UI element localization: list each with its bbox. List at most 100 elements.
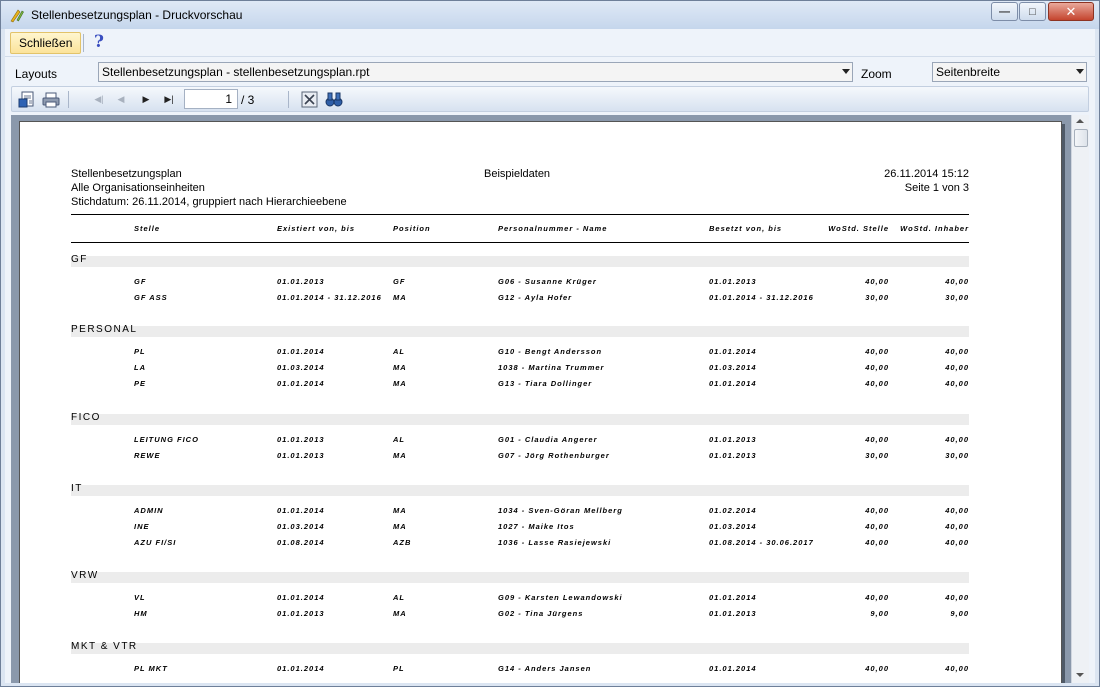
cell-wostd-inhaber: 40,00 — [945, 664, 969, 673]
cell-existiert: 01.01.2013 — [277, 435, 325, 444]
cell-existiert: 01.08.2014 — [277, 538, 325, 547]
cell-existiert: 01.01.2014 - 31.12.2016 — [277, 293, 382, 302]
group-band — [71, 485, 969, 496]
cell-personal: G10 - Bengt Andersson — [498, 347, 603, 356]
group-name: GF — [71, 254, 88, 265]
cell-wostd-inhaber: 40,00 — [945, 363, 969, 372]
cell-stelle: HM — [134, 609, 148, 618]
cell-position: MA — [393, 609, 407, 618]
group-name: MKT & VTR — [71, 641, 138, 652]
cell-wostd-inhaber: 40,00 — [945, 277, 969, 286]
cell-wostd-inhaber: 40,00 — [945, 379, 969, 388]
cell-position: AL — [393, 435, 405, 444]
cell-position: MA — [393, 451, 407, 460]
group-name: VRW — [71, 570, 99, 581]
report-title: Stellenbesetzungsplan — [71, 168, 182, 180]
cell-besetzt: 01.01.2013 — [709, 435, 757, 444]
cell-wostd-inhaber: 40,00 — [945, 593, 969, 602]
cell-existiert: 01.01.2014 — [277, 379, 325, 388]
cell-personal: G13 - Tiara Dollinger — [498, 379, 593, 388]
cell-wostd-stelle: 40,00 — [865, 277, 889, 286]
cell-position: PL — [393, 664, 405, 673]
cell-wostd-stelle: 40,00 — [865, 593, 889, 602]
cell-wostd-inhaber: 40,00 — [945, 522, 969, 531]
column-header-besetzt: Besetzt von, bis — [709, 224, 783, 233]
export-icon[interactable] — [18, 91, 36, 108]
cell-stelle: INE — [134, 522, 150, 531]
cell-personal: G14 - Anders Jansen — [498, 664, 592, 673]
cell-position: MA — [393, 379, 407, 388]
navigation-toolbar: ◀| ◀ ▶ ▶| / 3 — [11, 86, 1089, 112]
layout-select-value: Stellenbesetzungsplan - stellenbesetzung… — [102, 65, 370, 79]
cell-position: GF — [393, 277, 406, 286]
next-page-icon[interactable]: ▶ — [141, 94, 151, 105]
cell-existiert: 01.01.2014 — [277, 593, 325, 602]
print-icon[interactable] — [42, 91, 60, 108]
report-page: Stellenbesetzungsplan Alle Organisations… — [19, 121, 1062, 683]
cell-wostd-stelle: 9,00 — [870, 609, 889, 618]
cell-existiert: 01.01.2014 — [277, 664, 325, 673]
cell-existiert: 01.01.2014 — [277, 347, 325, 356]
cell-position: MA — [393, 363, 407, 372]
cell-position: MA — [393, 506, 407, 515]
binoculars-icon[interactable] — [325, 91, 343, 108]
cell-stelle: VL — [134, 593, 146, 602]
page-number-input[interactable] — [184, 89, 238, 109]
scroll-up-icon[interactable] — [1076, 119, 1084, 123]
cell-personal: 1036 - Lasse Rasiejewski — [498, 538, 612, 547]
scroll-down-icon[interactable] — [1076, 673, 1084, 677]
cell-besetzt: 01.01.2013 — [709, 609, 757, 618]
close-icon: ✕ — [1065, 3, 1077, 19]
layout-select[interactable]: Stellenbesetzungsplan - stellenbesetzung… — [98, 62, 853, 82]
cell-besetzt: 01.01.2013 — [709, 451, 757, 460]
close-window-button[interactable]: ✕ — [1048, 2, 1094, 21]
cell-wostd-stelle: 40,00 — [865, 522, 889, 531]
vertical-scrollbar[interactable] — [1071, 115, 1089, 683]
page-total: / 3 — [241, 93, 255, 107]
cell-personal: 1038 - Martina Trummer — [498, 363, 605, 372]
cell-existiert: 01.01.2013 — [277, 277, 325, 286]
zoom-select[interactable]: Seitenbreite — [932, 62, 1087, 82]
toolbar-separator — [288, 91, 289, 108]
cell-besetzt: 01.02.2014 — [709, 506, 757, 515]
column-header-position: Position — [393, 224, 431, 233]
cell-existiert: 01.01.2013 — [277, 609, 325, 618]
minimize-button[interactable]: — — [991, 2, 1018, 21]
cell-wostd-inhaber: 40,00 — [945, 538, 969, 547]
cell-personal: G09 - Karsten Lewandowski — [498, 593, 623, 602]
cell-stelle: REWE — [134, 451, 161, 460]
column-header-wostd-inhaber: WoStd. Inhaber — [900, 224, 969, 233]
first-page-icon[interactable]: ◀| — [94, 94, 104, 105]
group-band — [71, 256, 969, 267]
cell-besetzt: 01.03.2014 — [709, 363, 757, 372]
column-header-existiert: Existiert von, bis — [277, 224, 356, 233]
group-band — [71, 414, 969, 425]
header-rule-top — [71, 214, 969, 215]
title-bar: Stellenbesetzungsplan - Druckvorschau — … — [1, 1, 1099, 29]
help-icon[interactable]: ? — [91, 33, 107, 51]
layouts-row: Layouts Stellenbesetzungsplan - stellenb… — [5, 58, 1095, 86]
cancel-icon[interactable] — [301, 91, 319, 108]
cell-wostd-inhaber: 30,00 — [945, 293, 969, 302]
scrollbar-thumb[interactable] — [1074, 129, 1088, 147]
cell-position: MA — [393, 293, 407, 302]
cell-stelle: GF — [134, 277, 147, 286]
cell-personal: 1027 - Maike Itos — [498, 522, 575, 531]
chevron-down-icon — [842, 69, 850, 74]
maximize-button[interactable]: □ — [1019, 2, 1046, 21]
cell-wostd-stelle: 30,00 — [865, 451, 889, 460]
column-header-wostd-stelle: WoStd. Stelle — [828, 224, 889, 233]
group-band — [71, 572, 969, 583]
cell-stelle: PE — [134, 379, 147, 388]
cell-wostd-inhaber: 40,00 — [945, 506, 969, 515]
layouts-label: Layouts — [15, 67, 58, 81]
cell-existiert: 01.03.2014 — [277, 363, 325, 372]
report-center-label: Beispieldaten — [484, 168, 551, 180]
cell-besetzt: 01.01.2014 — [709, 347, 757, 356]
last-page-icon[interactable]: ▶| — [164, 94, 174, 105]
previous-page-icon[interactable]: ◀ — [116, 94, 126, 105]
close-button[interactable]: Schließen — [10, 32, 82, 54]
cell-existiert: 01.01.2013 — [277, 451, 325, 460]
cell-stelle: ADMIN — [134, 506, 164, 515]
report-subtitle: Alle Organisationseinheiten — [71, 182, 205, 194]
